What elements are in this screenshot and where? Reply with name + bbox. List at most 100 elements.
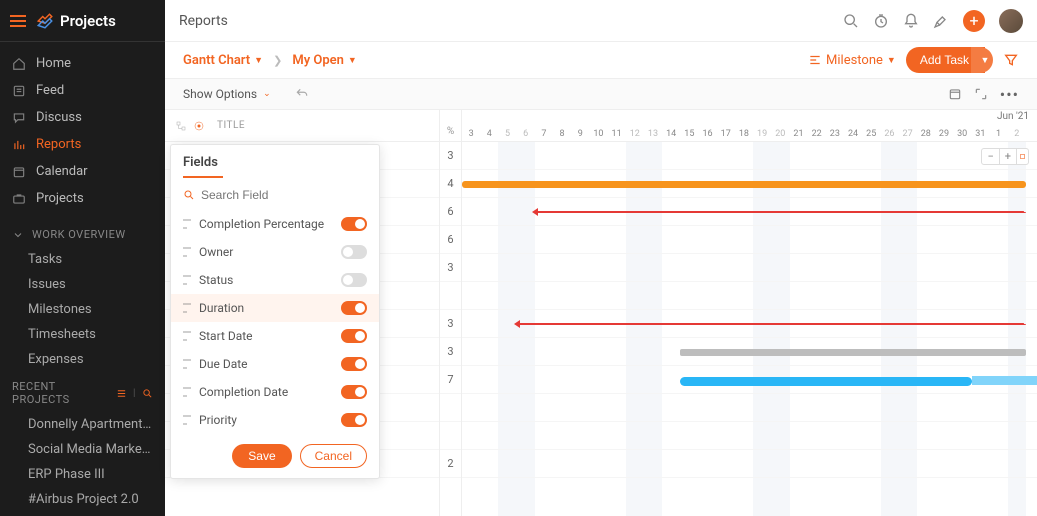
overview-item[interactable]: Milestones (0, 297, 165, 322)
timeline-row (462, 394, 1037, 422)
timeline-row (462, 310, 1037, 338)
gantt-bar[interactable] (535, 211, 1026, 213)
tools-icon[interactable] (933, 13, 949, 29)
target-icon[interactable] (193, 120, 205, 132)
gantt-bar[interactable] (517, 323, 1027, 325)
pct-cell: 3 (440, 142, 461, 170)
gantt-right-pane[interactable]: % 346633372 Jun '21 34567891011121314151… (440, 110, 1037, 516)
day-label: 13 (644, 129, 662, 139)
toggle[interactable] (341, 357, 367, 371)
field-row[interactable]: Due Date (171, 350, 379, 378)
field-row[interactable]: Duration (171, 294, 379, 322)
chevron-down-icon: ▼ (887, 55, 896, 66)
fit-icon[interactable] (1017, 151, 1028, 162)
recent-project-item[interactable]: #Airbus Project 2.0 (0, 487, 165, 512)
bell-icon[interactable] (903, 13, 919, 29)
overview-item[interactable]: Expenses (0, 347, 165, 372)
toggle[interactable] (341, 385, 367, 399)
sidebar-item-calendar[interactable]: Calendar (0, 158, 165, 185)
search-icon[interactable] (142, 388, 153, 399)
pct-cell (440, 394, 461, 422)
timeline-row (462, 366, 1037, 394)
sidebar-item-reports[interactable]: Reports (0, 131, 165, 158)
filter-dropdown[interactable]: My Open▼ (292, 53, 357, 68)
add-task-split[interactable]: ▼ (971, 47, 993, 73)
field-row[interactable]: Completion Percentage (171, 210, 379, 238)
app-name: Projects (60, 12, 116, 30)
day-label: 30 (953, 129, 971, 139)
recent-projects-header[interactable]: RECENT PROJECTS | (0, 372, 165, 412)
nav: HomeFeed Discuss ReportsCalendar Projects (0, 42, 165, 220)
field-label: Duration (199, 301, 244, 315)
more-icon[interactable]: ••• (1000, 85, 1019, 104)
zoom-out[interactable]: − (982, 149, 998, 164)
toggle[interactable] (341, 273, 367, 287)
field-row[interactable]: Start Date (171, 322, 379, 350)
sidebar-item-discuss[interactable]: Discuss (0, 104, 165, 131)
drag-handle-icon[interactable] (183, 219, 191, 229)
timeline-row (462, 254, 1037, 282)
overview-item[interactable]: Tasks (0, 247, 165, 272)
milestone-dropdown[interactable]: Milestone▼ (808, 53, 896, 68)
home-icon (12, 57, 26, 71)
drag-handle-icon[interactable] (183, 331, 191, 341)
pct-cell: 3 (440, 338, 461, 366)
toggle[interactable] (341, 217, 367, 231)
gantt-bar[interactable] (680, 349, 1026, 356)
toggle[interactable] (341, 329, 367, 343)
nav-label: Projects (36, 191, 84, 206)
day-label: 3 (462, 129, 480, 139)
recent-title: RECENT PROJECTS (12, 380, 116, 406)
recent-project-item[interactable]: Social Media Marketing (0, 437, 165, 462)
drag-handle-icon[interactable] (183, 303, 191, 313)
zoom-in[interactable]: + (999, 149, 1017, 164)
expand-icon[interactable] (974, 87, 988, 101)
show-options-dropdown[interactable]: Show Options⌄ (183, 87, 271, 101)
sidebar-item-feed[interactable]: Feed (0, 77, 165, 104)
drag-handle-icon[interactable] (183, 415, 191, 425)
field-row[interactable]: Completion Date (171, 378, 379, 406)
avatar[interactable] (999, 9, 1023, 33)
toggle[interactable] (341, 301, 367, 315)
drag-handle-icon[interactable] (183, 387, 191, 397)
overview-item[interactable]: Issues (0, 272, 165, 297)
settings-icon[interactable] (116, 388, 127, 399)
breadcrumb-separator: ❯ (273, 54, 282, 67)
work-overview-header[interactable]: WORK OVERVIEW (0, 220, 165, 247)
drag-handle-icon[interactable] (183, 359, 191, 369)
sidebar-item-projects[interactable]: Projects (0, 185, 165, 212)
timer-icon[interactable] (873, 13, 889, 29)
gantt-bar[interactable] (680, 377, 971, 386)
recent-project-item[interactable]: ERP Phase III (0, 462, 165, 487)
toggle[interactable] (341, 245, 367, 259)
save-button[interactable]: Save (232, 444, 291, 468)
field-row[interactable]: Owner (171, 238, 379, 266)
drag-handle-icon[interactable] (183, 275, 191, 285)
drag-handle-icon[interactable] (183, 247, 191, 257)
field-row[interactable]: Status (171, 266, 379, 294)
hierarchy-icon[interactable] (175, 120, 187, 132)
toggle[interactable] (341, 413, 367, 427)
search-icon[interactable] (843, 13, 859, 29)
add-button[interactable]: + (963, 10, 985, 32)
overview-item[interactable]: Timesheets (0, 322, 165, 347)
gantt-bar-tail[interactable] (972, 376, 1037, 385)
field-label: Status (199, 273, 233, 287)
pct-cell: 4 (440, 170, 461, 198)
chevron-down-icon: ▼ (348, 55, 357, 66)
field-row[interactable]: Priority (171, 406, 379, 434)
view-dropdown[interactable]: Gantt Chart▼ (183, 53, 263, 68)
hamburger-icon[interactable] (10, 15, 26, 27)
cancel-button[interactable]: Cancel (300, 444, 367, 468)
gantt-bar[interactable] (462, 181, 1026, 188)
filter-icon[interactable] (1003, 52, 1019, 68)
sidebar-item-home[interactable]: Home (0, 50, 165, 77)
field-label: Owner (199, 245, 233, 259)
recent-project-item[interactable]: Donnelly Apartments C (0, 412, 165, 437)
recent-project-item[interactable]: Zylker Solutions and Co (0, 512, 165, 516)
calendar-icon[interactable] (948, 87, 962, 101)
undo-icon[interactable] (295, 87, 309, 101)
nav-label: Discuss (36, 110, 82, 125)
search-input[interactable] (201, 188, 367, 202)
pct-cell: 7 (440, 366, 461, 394)
